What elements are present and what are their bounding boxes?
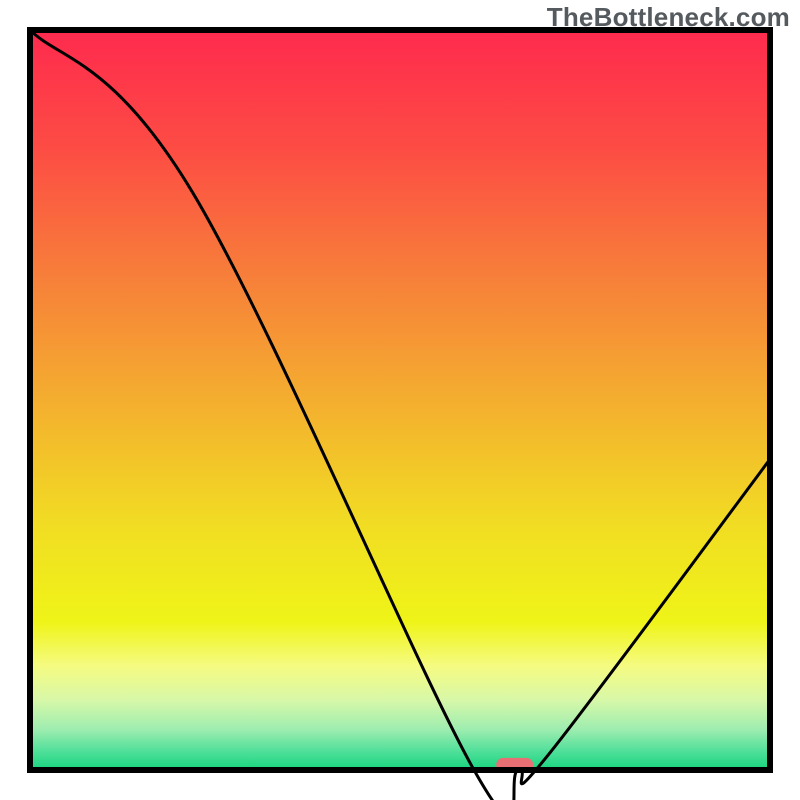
bottleneck-chart [0, 0, 800, 800]
chart-frame: TheBottleneck.com [0, 0, 800, 800]
chart-background [30, 30, 770, 770]
